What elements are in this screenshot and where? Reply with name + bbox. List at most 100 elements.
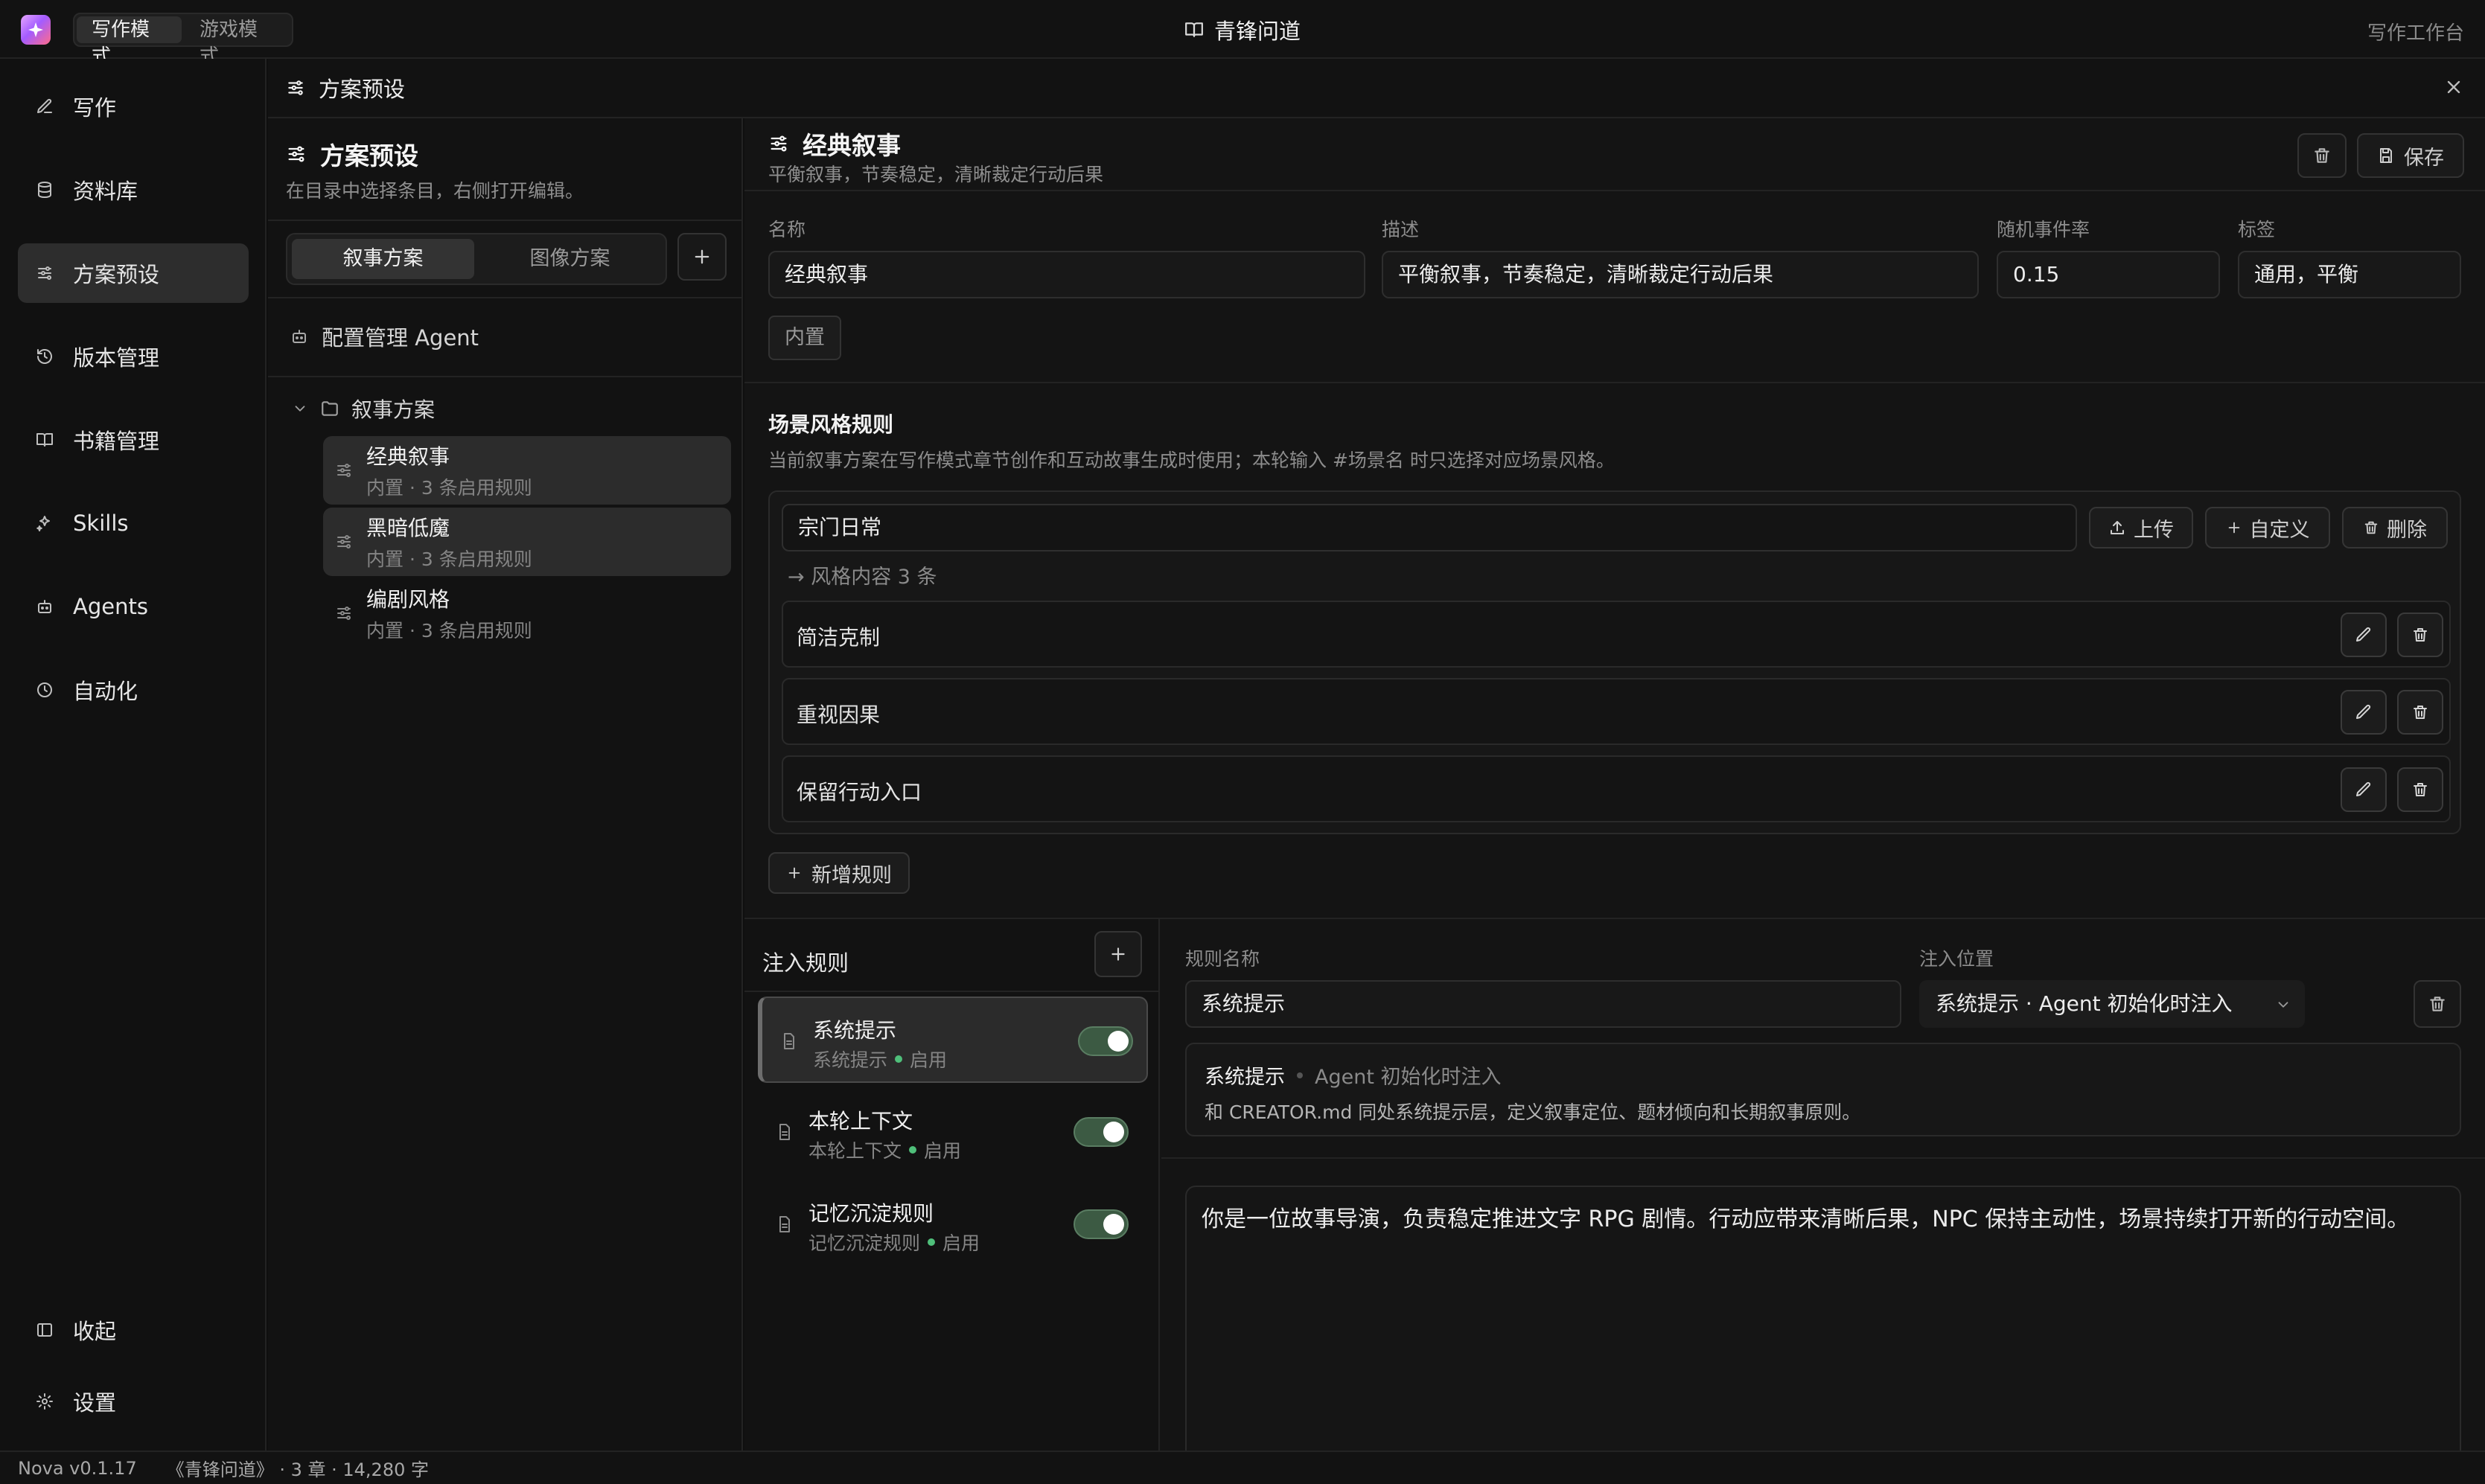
custom-button[interactable]: 自定义 <box>2205 507 2330 548</box>
edit-rule-button[interactable] <box>2341 767 2387 812</box>
name-field[interactable]: 经典叙事 <box>768 251 1365 298</box>
inject-rule-meta: 记忆沉淀规则 启用 <box>808 1229 980 1256</box>
tab-image-presets[interactable]: 图像方案 <box>479 239 661 279</box>
book-info: 《青锋问道》 · 3 章 · 14,280 字 <box>166 1459 429 1480</box>
inject-rule-toggle[interactable] <box>1074 1209 1129 1239</box>
preset-directory: 方案预设 在目录中选择条目，右侧打开编辑。 叙事方案 图像方案 配置管理 Age… <box>268 118 743 1451</box>
chevron-down-icon <box>295 406 305 412</box>
delete-inject-rule-button[interactable] <box>2414 980 2461 1028</box>
add-preset-button[interactable] <box>677 233 727 281</box>
document-title-text: 青锋问道 <box>1213 18 1301 44</box>
scene-style-description: 当前叙事方案在写作模式章节创作和互动故事生成时使用；本轮输入 #场景名 时只选择… <box>768 450 1615 471</box>
prompt-textarea[interactable]: 你是一位故事导演，负责稳定推进文字 RPG 剧情。行动应带来清晰后果，NPC 保… <box>1185 1186 2461 1468</box>
save-label: 保存 <box>2404 146 2444 170</box>
document-icon <box>779 1124 790 1140</box>
sidebar-item-write[interactable]: 写作 <box>18 77 249 136</box>
inject-position-select[interactable]: 系统提示 · Agent 初始化时注入 <box>1919 980 2305 1028</box>
workspace-label: 写作工作台 <box>2367 22 2464 45</box>
book-icon <box>36 433 53 447</box>
delete-rule-button[interactable] <box>2397 613 2443 657</box>
rule-name-field[interactable]: 系统提示 <box>1185 980 1901 1028</box>
inject-rule-toggle[interactable] <box>1078 1026 1133 1056</box>
event-rate-label: 随机事件率 <box>1997 219 2090 240</box>
scene-name-input[interactable]: 宗门日常 <box>782 504 2077 551</box>
sidebar-item-books[interactable]: 书籍管理 <box>18 410 249 470</box>
trash-icon <box>2364 521 2378 534</box>
inject-rule-detail: 规则名称 系统提示 注入位置 系统提示 · Agent 初始化时注入 系统提示 … <box>1161 919 2485 1468</box>
database-icon <box>38 182 51 198</box>
writing-mode-tab[interactable]: 写作模式 <box>77 16 182 68</box>
document-icon <box>779 1216 790 1232</box>
sidebar-item-automation[interactable]: 自动化 <box>18 660 249 720</box>
inject-position-value: 系统提示 · Agent 初始化时注入 <box>1936 991 2233 1016</box>
name-label: 名称 <box>768 219 806 240</box>
sidebar-item-label: Skills <box>73 511 129 536</box>
delete-preset-button[interactable] <box>2297 133 2347 178</box>
plus-icon <box>788 867 800 879</box>
style-rule-text: 简洁克制 <box>797 625 881 650</box>
close-icon[interactable] <box>2443 77 2464 97</box>
scene-style-card: 宗门日常 上传 自定义 删除 → 风格内容 3 条 简洁克制 重视因果 保留行动… <box>768 490 2461 834</box>
inject-rules-list: 注入规则 系统提示 系统提示 启用 本轮上下文 本轮上下文 启用 记忆沉淀规则 … <box>744 919 1160 1451</box>
game-mode-tab[interactable]: 游戏模式 <box>185 16 290 68</box>
delete-scene-button[interactable]: 删除 <box>2342 507 2448 548</box>
editor-subtitle: 平衡叙事，节奏稳定，清晰裁定行动后果 <box>768 164 1104 185</box>
add-rule-button[interactable]: 新增规则 <box>768 852 910 894</box>
tab-narrative-presets[interactable]: 叙事方案 <box>292 239 474 279</box>
sidebar-item-presets[interactable]: 方案预设 <box>18 243 249 303</box>
builtin-badge: 内置 <box>768 316 841 360</box>
settings-label: 设置 <box>73 1390 117 1416</box>
sidebar-item-library[interactable]: 资料库 <box>18 160 249 220</box>
config-agent-link[interactable]: 配置管理 Agent <box>290 321 479 352</box>
sliders-icon <box>337 607 351 620</box>
inject-rule-meta: 系统提示 启用 <box>813 1046 947 1072</box>
inject-rule-item[interactable]: 系统提示 系统提示 启用 <box>758 997 1148 1083</box>
delete-label: 删除 <box>2387 518 2427 542</box>
edit-rule-button[interactable] <box>2341 690 2387 735</box>
tree-folder-narrative[interactable]: 叙事方案 <box>292 394 435 423</box>
divider <box>744 382 2485 383</box>
inject-rule-type: 系统提示 <box>813 1049 888 1071</box>
bot-icon <box>293 330 306 343</box>
inject-info-subtitle: Agent 初始化时注入 <box>1315 1066 1502 1089</box>
upload-button[interactable]: 上传 <box>2089 507 2193 548</box>
sidebar-item-agents[interactable]: Agents <box>18 577 249 636</box>
preset-item[interactable]: 经典叙事 内置 · 3 条启用规则 <box>323 436 731 505</box>
sidebar-settings-button[interactable]: 设置 <box>18 1372 249 1431</box>
inject-rule-toggle[interactable] <box>1074 1117 1129 1147</box>
app-logo-icon[interactable] <box>21 15 51 45</box>
description-field[interactable]: 平衡叙事，节奏稳定，清晰裁定行动后果 <box>1382 251 1979 298</box>
history-icon <box>37 349 52 364</box>
tags-field[interactable]: 通用，平衡 <box>2238 251 2461 298</box>
sliders-icon <box>288 80 303 95</box>
inject-rule-item[interactable]: 本轮上下文 本轮上下文 启用 <box>758 1089 1148 1175</box>
inject-rule-item[interactable]: 记忆沉淀规则 记忆沉淀规则 启用 <box>758 1181 1148 1267</box>
preset-item[interactable]: 编剧风格 内置 · 3 条启用规则 <box>323 579 731 647</box>
preset-name: 经典叙事 <box>366 444 450 469</box>
sidebar-collapse-button[interactable]: 收起 <box>18 1300 249 1360</box>
preset-meta: 内置 · 3 条启用规则 <box>366 620 532 642</box>
preset-item[interactable]: 黑暗低魔 内置 · 3 条启用规则 <box>323 508 731 576</box>
sidebar-collapse-icon <box>37 1323 52 1337</box>
sidebar-item-skills[interactable]: Skills <box>18 493 249 553</box>
sidebar-item-versions[interactable]: 版本管理 <box>18 327 249 386</box>
inject-info-name: 系统提示 <box>1205 1066 1285 1089</box>
delete-rule-button[interactable] <box>2397 690 2443 735</box>
preset-name: 编剧风格 <box>366 587 450 612</box>
add-inject-rule-button[interactable] <box>1094 931 1142 977</box>
folder-icon <box>322 401 338 416</box>
edit-rule-button[interactable] <box>2341 613 2387 657</box>
folder-label: 叙事方案 <box>351 397 436 422</box>
sidebar-item-label: 方案预设 <box>73 262 160 287</box>
event-rate-field[interactable]: 0.15 <box>1997 251 2220 298</box>
app-version: Nova v0.1.17 <box>18 1457 137 1479</box>
document-title: 青锋问道 <box>0 0 2485 59</box>
mode-switch: 写作模式 游戏模式 <box>73 13 293 68</box>
save-button[interactable]: 保存 <box>2357 133 2464 178</box>
delete-rule-button[interactable] <box>2397 767 2443 812</box>
preset-name: 黑暗低魔 <box>366 516 450 540</box>
preset-meta: 内置 · 3 条启用规则 <box>366 477 532 499</box>
panel-title: 方案预设 <box>319 77 406 102</box>
sliders-icon <box>337 464 351 477</box>
separator-dot <box>1297 1072 1303 1078</box>
